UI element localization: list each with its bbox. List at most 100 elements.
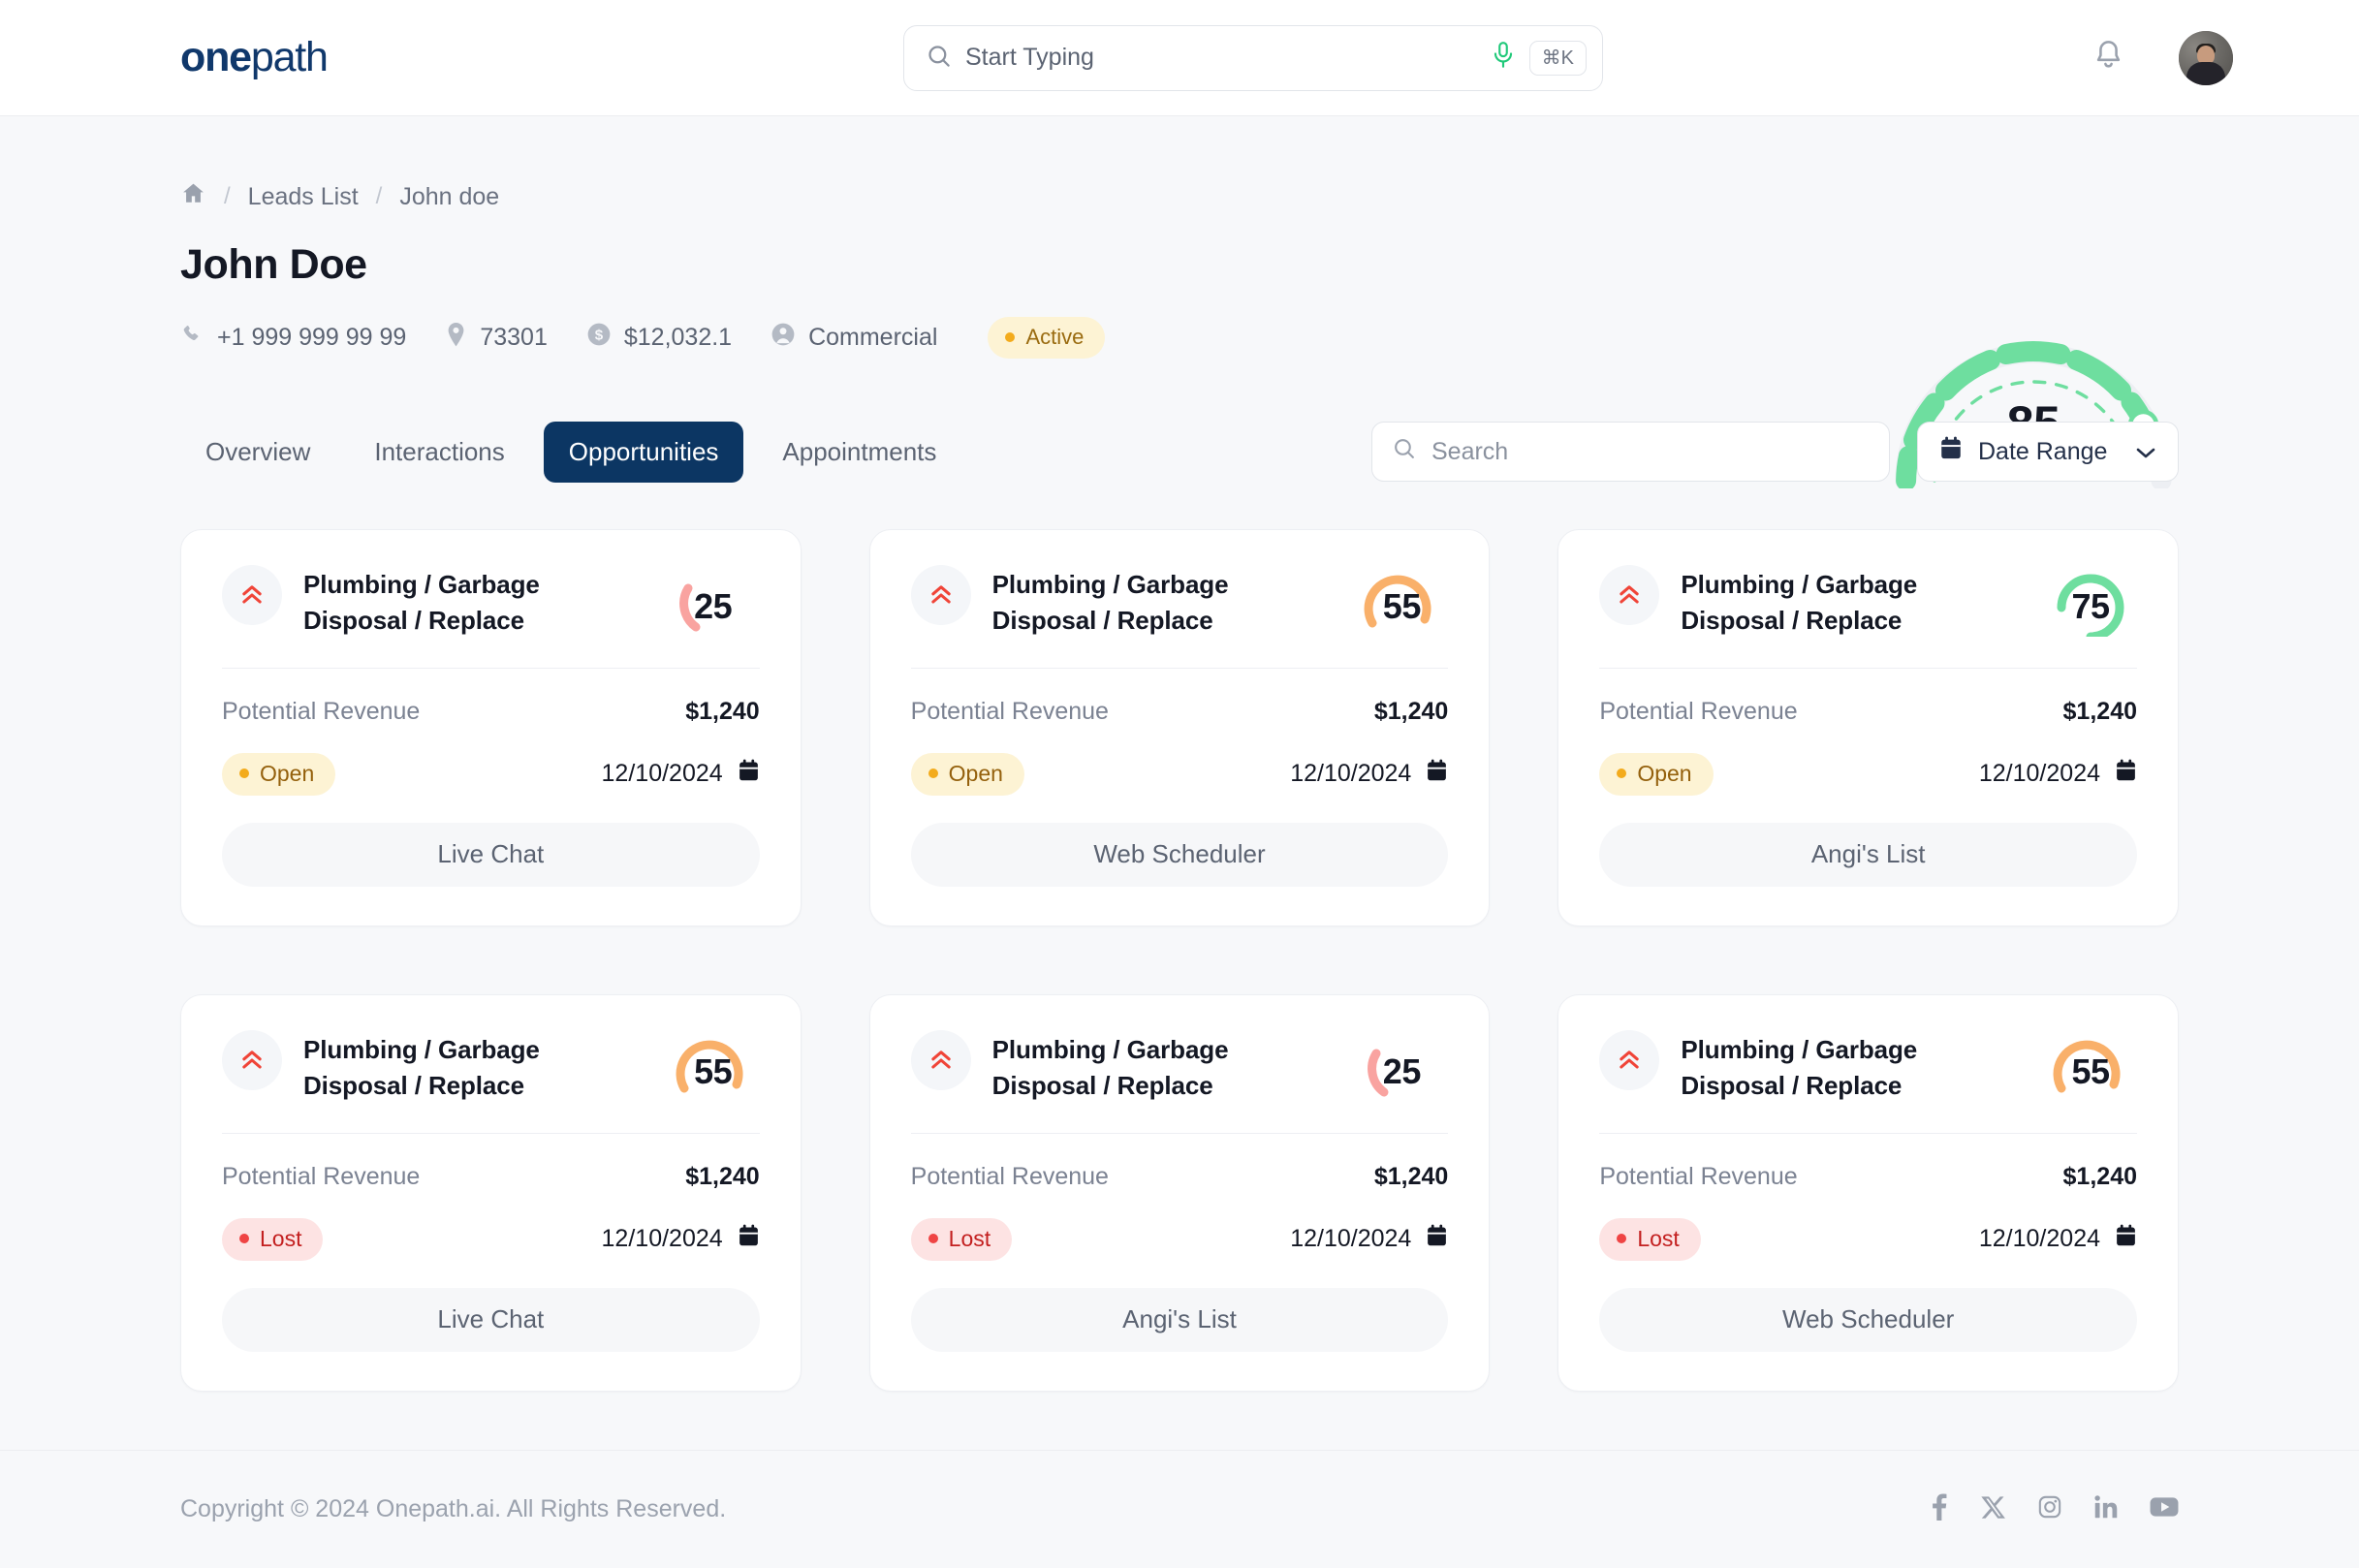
linkedin-icon[interactable] xyxy=(2093,1494,2119,1524)
opportunity-card[interactable]: Plumbing / Garbage Disposal / Replace 55… xyxy=(868,529,1491,926)
date-range-select[interactable]: Date Range xyxy=(1917,422,2179,482)
instagram-icon[interactable] xyxy=(2037,1494,2062,1524)
card-header: Plumbing / Garbage Disposal / Replace 55 xyxy=(910,563,1449,639)
card-title: Plumbing / Garbage Disposal / Replace xyxy=(991,1034,1229,1100)
card-header: Plumbing / Garbage Disposal / Replace 25 xyxy=(222,563,760,639)
x-icon[interactable] xyxy=(1981,1494,2006,1524)
lead-value: $ $12,032.1 xyxy=(586,322,732,354)
calendar-icon xyxy=(738,1224,760,1255)
card-score-gauge: 25 xyxy=(667,565,760,637)
facebook-icon[interactable] xyxy=(1929,1493,1950,1525)
tab-interactions[interactable]: Interactions xyxy=(349,422,529,483)
card-status-badge: Lost xyxy=(222,1217,324,1261)
double-chevron-up-icon xyxy=(910,565,971,625)
revenue-value: $1,240 xyxy=(685,1162,760,1190)
lead-phone: +1 999 999 99 99 xyxy=(180,323,406,354)
card-divider xyxy=(222,1132,760,1134)
card-revenue-row: Potential Revenue $1,240 xyxy=(1599,698,2137,726)
app-logo[interactable]: one path xyxy=(180,34,329,81)
breadcrumb-item-leads-list[interactable]: Leads List xyxy=(248,183,359,211)
card-score-value: 55 xyxy=(1382,586,1422,626)
card-source-button[interactable]: Web Scheduler xyxy=(1599,1287,2137,1352)
home-icon[interactable] xyxy=(180,180,206,213)
card-status-badge: Open xyxy=(222,752,336,796)
calendar-icon xyxy=(2115,1224,2137,1255)
card-revenue-row: Potential Revenue $1,240 xyxy=(222,698,760,726)
revenue-label: Potential Revenue xyxy=(1599,1162,1798,1190)
avatar[interactable] xyxy=(2179,30,2233,85)
card-date-value: 12/10/2024 xyxy=(601,760,723,788)
card-date: 12/10/2024 xyxy=(1979,759,2137,790)
date-range-label: Date Range xyxy=(1978,437,2108,465)
status-dot xyxy=(1005,332,1016,342)
card-source-button[interactable]: Live Chat xyxy=(222,1287,760,1352)
chevron-down-icon xyxy=(2135,438,2156,466)
social-links xyxy=(1929,1493,2179,1525)
card-status-row: Lost 12/10/2024 xyxy=(222,1217,760,1261)
card-status-row: Open 12/10/2024 xyxy=(910,752,1449,796)
opportunity-card[interactable]: Plumbing / Garbage Disposal / Replace 75… xyxy=(1557,529,2179,926)
microphone-icon[interactable] xyxy=(1491,41,1516,75)
double-chevron-up-icon xyxy=(222,565,282,625)
opportunity-card[interactable]: Plumbing / Garbage Disposal / Replace 25… xyxy=(868,993,1491,1392)
card-source-button[interactable]: Live Chat xyxy=(222,822,760,887)
card-status-row: Open 12/10/2024 xyxy=(1599,752,2137,796)
card-score-gauge: 55 xyxy=(2044,1030,2137,1102)
svg-text:$: $ xyxy=(595,328,604,344)
location-pin-icon xyxy=(445,322,467,355)
card-divider xyxy=(222,667,760,669)
card-status-badge: Open xyxy=(1599,752,1714,796)
tab-overview[interactable]: Overview xyxy=(180,422,335,483)
calendar-icon xyxy=(1426,1224,1448,1255)
card-source-button[interactable]: Angi's List xyxy=(910,1287,1449,1352)
lead-segment: Commercial xyxy=(771,322,937,354)
card-status-row: Open 12/10/2024 xyxy=(222,752,760,796)
card-header: Plumbing / Garbage Disposal / Replace 55 xyxy=(222,1028,760,1104)
revenue-label: Potential Revenue xyxy=(910,1162,1109,1190)
lead-location: 73301 xyxy=(445,322,548,355)
search-input[interactable]: Search xyxy=(1371,422,1890,482)
card-header: Plumbing / Garbage Disposal / Replace 55 xyxy=(1599,1028,2137,1104)
card-source-button[interactable]: Angi's List xyxy=(1599,822,2137,887)
tab-opportunities[interactable]: Opportunities xyxy=(543,421,744,483)
calendar-icon xyxy=(1426,759,1448,790)
revenue-value: $1,240 xyxy=(1373,697,1449,725)
card-score-value: 55 xyxy=(694,1051,733,1091)
card-title: Plumbing / Garbage Disposal / Replace xyxy=(1681,1034,1918,1100)
bell-icon[interactable] xyxy=(2092,39,2124,78)
card-date: 12/10/2024 xyxy=(1290,759,1448,790)
card-date: 12/10/2024 xyxy=(1290,1224,1448,1255)
card-status-badge: Lost xyxy=(910,1217,1013,1261)
calendar-icon xyxy=(1939,436,1963,468)
status-dot xyxy=(928,1234,938,1244)
card-revenue-row: Potential Revenue $1,240 xyxy=(1599,1163,2137,1191)
card-status-label: Open xyxy=(1637,760,1692,786)
tab-appointments[interactable]: Appointments xyxy=(757,422,961,483)
card-status-label: Open xyxy=(948,760,1003,786)
double-chevron-up-icon xyxy=(222,1029,282,1090)
search-input-placeholder: Search xyxy=(1431,437,1509,465)
tab-list: Overview Interactions Opportunities Appo… xyxy=(180,421,961,483)
lead-value-amount: $12,032.1 xyxy=(623,324,733,351)
revenue-label: Potential Revenue xyxy=(1599,697,1798,725)
revenue-label: Potential Revenue xyxy=(222,697,421,725)
global-search-placeholder: Start Typing xyxy=(965,44,1094,71)
opportunity-card[interactable]: Plumbing / Garbage Disposal / Replace 55… xyxy=(180,993,802,1392)
global-search[interactable]: Start Typing ⌘K xyxy=(903,24,1603,91)
logo-one: one xyxy=(180,34,252,80)
youtube-icon[interactable] xyxy=(2150,1495,2179,1523)
card-divider xyxy=(1599,667,2137,669)
card-score-gauge: 55 xyxy=(1355,565,1448,637)
revenue-value: $1,240 xyxy=(2062,1162,2137,1190)
card-revenue-row: Potential Revenue $1,240 xyxy=(911,698,1449,726)
breadcrumb: / Leads List / John doe xyxy=(180,180,2179,213)
card-score-gauge: 55 xyxy=(667,1030,760,1102)
card-status-row: Lost 12/10/2024 xyxy=(1599,1217,2137,1261)
copyright-text: Copyright © 2024 Onepath.ai. All Rights … xyxy=(180,1494,727,1522)
card-source-button[interactable]: Web Scheduler xyxy=(910,822,1449,887)
opportunity-card[interactable]: Plumbing / Garbage Disposal / Replace 25… xyxy=(180,529,802,926)
phone-icon xyxy=(180,323,204,354)
revenue-label: Potential Revenue xyxy=(222,1162,421,1190)
opportunity-card[interactable]: Plumbing / Garbage Disposal / Replace 55… xyxy=(1557,993,2179,1392)
card-date-value: 12/10/2024 xyxy=(1290,760,1412,788)
